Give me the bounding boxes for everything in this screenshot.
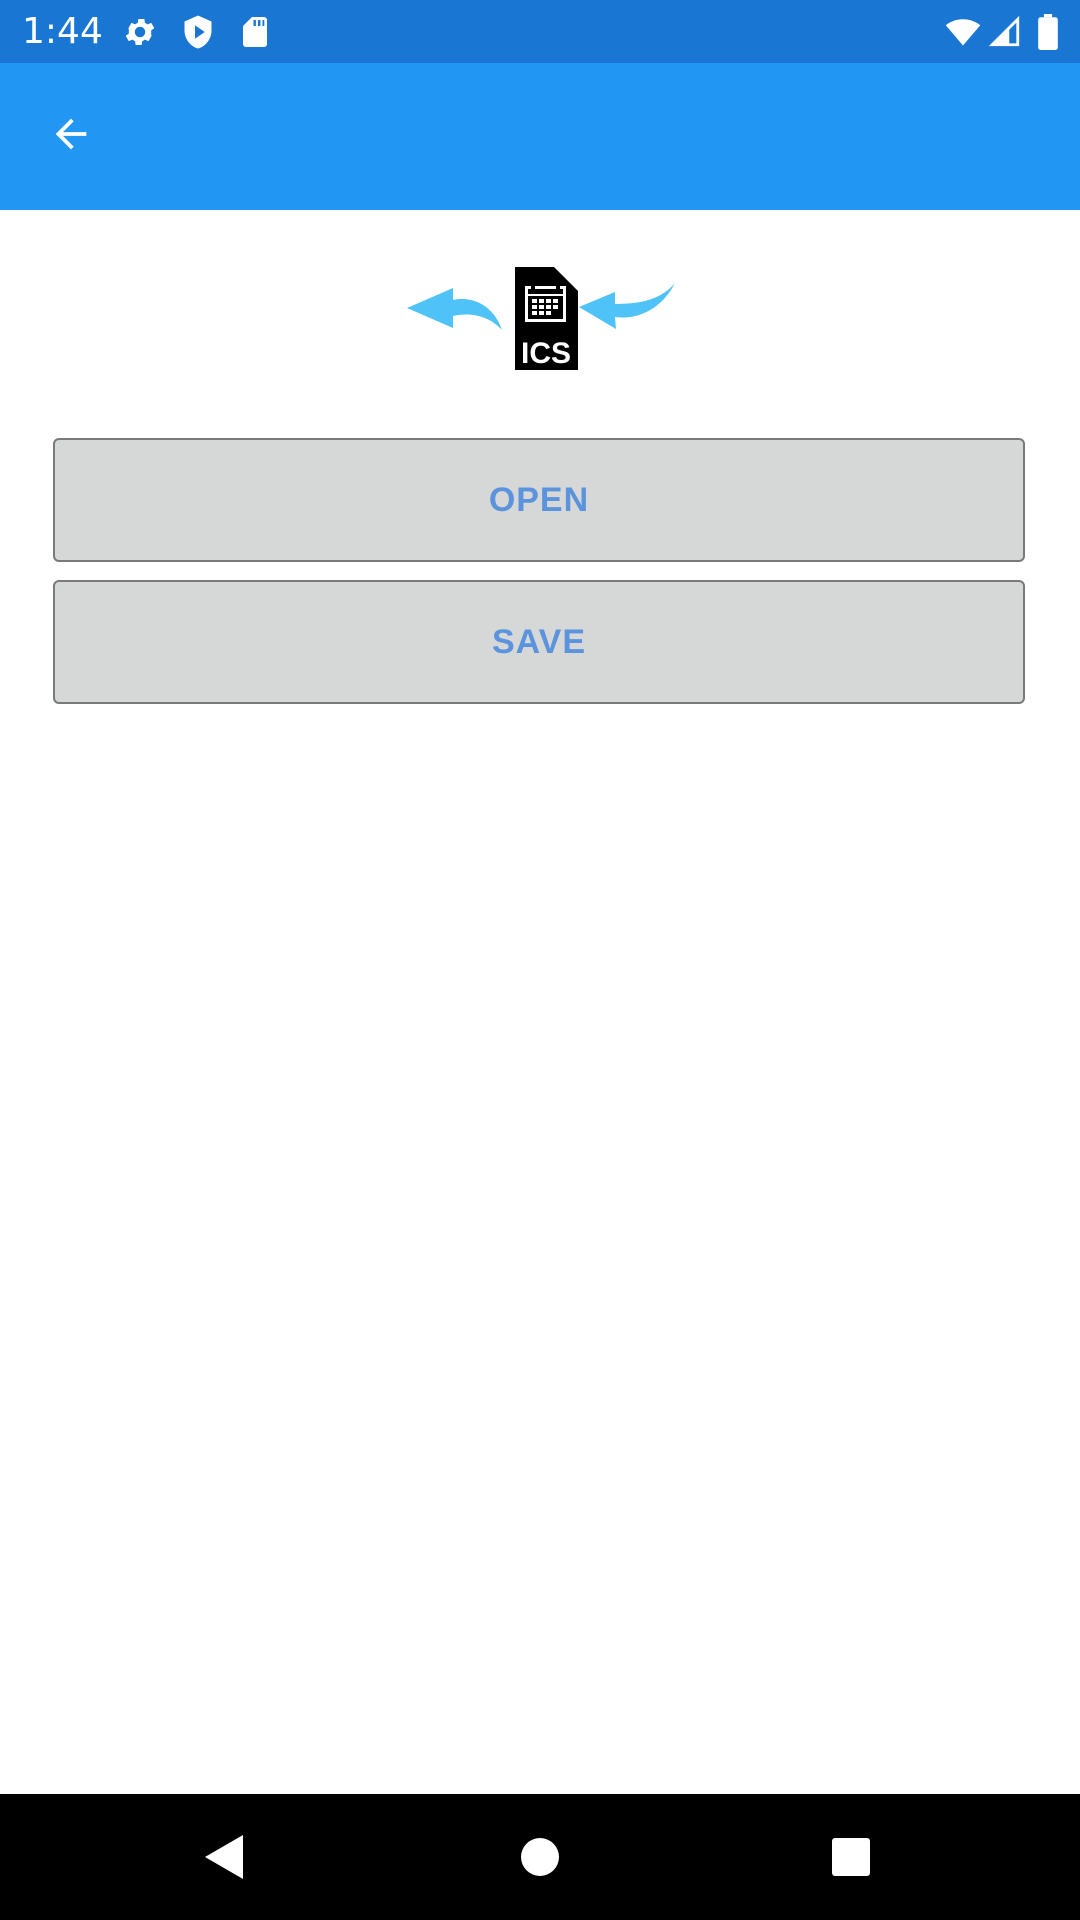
wifi-icon (944, 14, 981, 50)
app-bar (0, 63, 1080, 210)
gear-icon (122, 14, 158, 50)
home-circle-icon (521, 1838, 559, 1876)
nav-home-button[interactable] (510, 1827, 570, 1887)
arrow-back-icon (48, 111, 94, 162)
back-button[interactable] (40, 105, 102, 167)
recents-square-icon (832, 1838, 870, 1876)
signal-icon (988, 14, 1024, 50)
nav-back-button[interactable] (195, 1827, 255, 1887)
navigation-bar (0, 1794, 1080, 1920)
open-button[interactable]: OPEN (53, 438, 1025, 562)
status-bar: 1:44 (0, 0, 1080, 63)
left-curved-arrow-icon (407, 288, 502, 330)
battery-icon (1037, 14, 1073, 50)
sd-card-icon (237, 14, 273, 50)
ics-label: ICS (521, 337, 571, 370)
save-button[interactable]: SAVE (53, 580, 1025, 704)
right-curved-arrow-icon (579, 283, 675, 329)
ics-import-export-logo: ICS (405, 262, 675, 372)
shield-play-icon (180, 14, 216, 50)
nav-recents-button[interactable] (821, 1827, 881, 1887)
back-triangle-icon (205, 1835, 243, 1879)
status-time: 1:44 (22, 11, 103, 52)
open-button-label: OPEN (488, 480, 590, 519)
save-button-label: SAVE (491, 622, 587, 661)
